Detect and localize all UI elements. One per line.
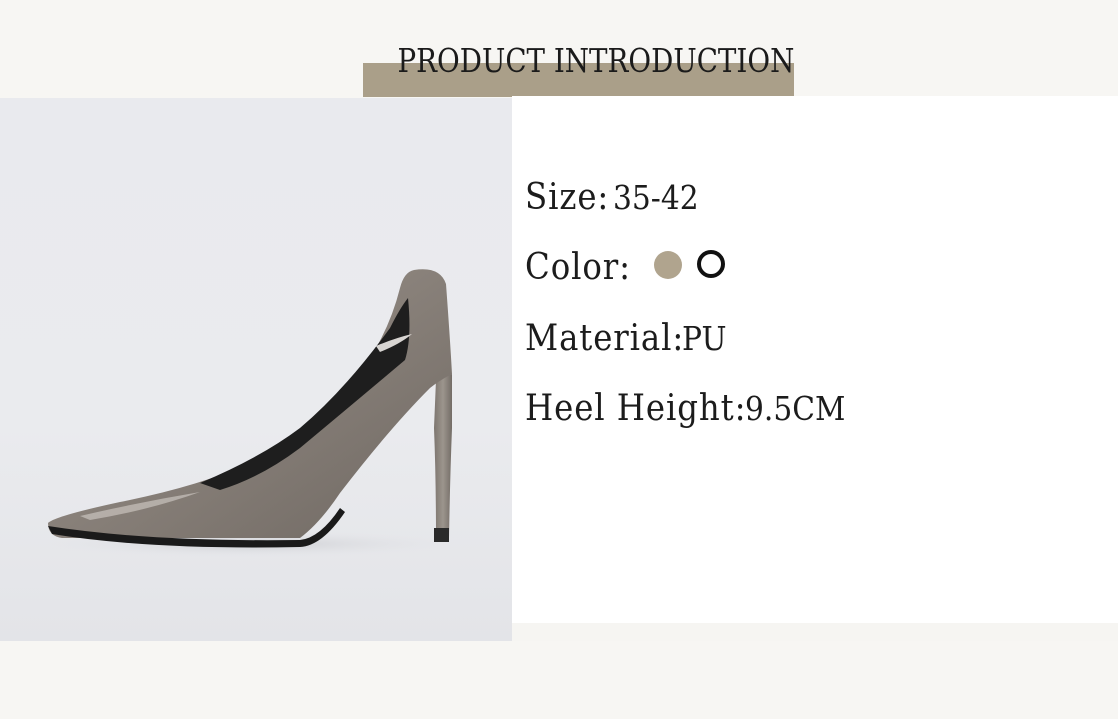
footer-band	[0, 641, 1118, 719]
size-label: Size:	[525, 176, 610, 218]
material-row: Material: PU	[525, 316, 731, 360]
color-row: Color:	[525, 245, 643, 289]
color-swatch-black[interactable]	[697, 250, 725, 278]
heel-height-row: Heel Height: 9.5CM	[525, 386, 857, 430]
material-label: Material:	[525, 317, 685, 359]
size-value: 35-42	[612, 177, 699, 217]
size-row: Size: 35-42	[525, 175, 708, 219]
shoe-illustration	[30, 269, 470, 558]
product-image	[0, 98, 512, 641]
page-title: PRODUCT INTRODUCTION	[397, 41, 795, 80]
material-value: PU	[681, 318, 727, 358]
color-swatch-taupe[interactable]	[654, 251, 682, 279]
color-label: Color:	[525, 246, 631, 288]
heel-height-value: 9.5CM	[745, 388, 846, 428]
heel-height-label: Heel Height:	[525, 387, 747, 429]
